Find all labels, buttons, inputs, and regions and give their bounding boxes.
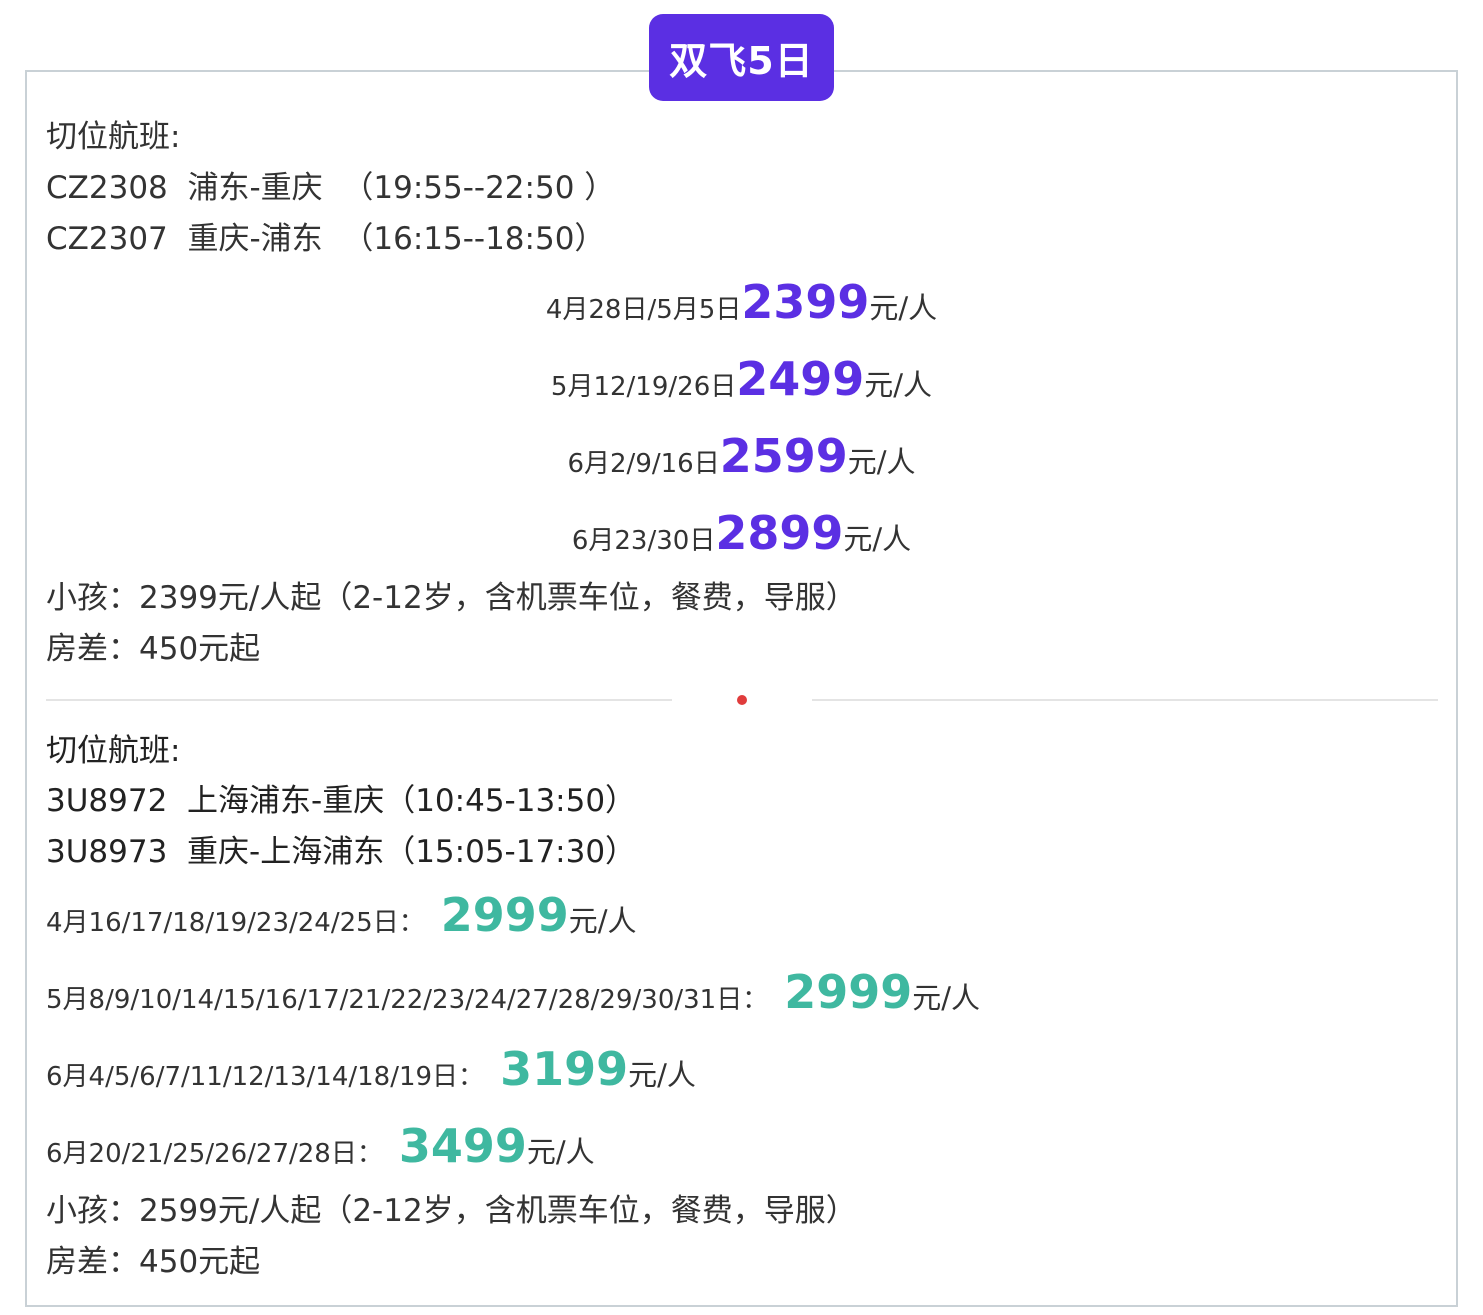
price-amount: 2499 [736,352,865,406]
price-dates: 6月23/30日 [571,526,716,556]
price-unit: 元/人 [628,1058,696,1092]
section-divider-left [46,699,672,701]
section-divider-right [812,699,1438,701]
price-unit: 元/人 [847,445,916,479]
section2-room-supplement: 房差：450元起 [46,1244,261,1280]
section2-price-row: 5月8/9/10/14/15/16/17/21/22/23/24/27/28/2… [46,964,980,1028]
section1-flight-return: CZ2307 重庆-浦东 （16:15--18:50） [46,221,606,257]
section1-price-row: 5月12/19/26日2499元/人 [0,351,1483,415]
price-dates: 5月12/19/26日 [550,372,737,402]
section2-child-price: 小孩：2599元/人起（2-12岁，含机票车位，餐费，导服） [46,1193,857,1229]
section1-child-price: 小孩：2399元/人起（2-12岁，含机票车位，餐费，导服） [46,580,857,616]
section1-heading: 切位航班: [46,119,181,155]
price-unit: 元/人 [568,904,637,938]
price-amount: 2399 [741,275,870,329]
price-dates: 4月28日/5月5日 [545,295,742,325]
price-unit: 元/人 [912,981,981,1015]
price-unit: 元/人 [864,368,933,402]
section2-price-row: 6月4/5/6/7/11/12/13/14/18/19日： 3199元/人 [46,1041,696,1105]
price-unit: 元/人 [526,1135,595,1169]
section2-flight-return: 3U8973 重庆-上海浦东（15:05-17:30） [46,834,637,870]
price-dates: 6月4/5/6/7/11/12/13/14/18/19日： [46,1062,485,1092]
price-amount: 2599 [719,429,848,483]
price-amount: 3199 [500,1042,629,1096]
price-amount: 2899 [715,506,844,560]
price-dates: 6月2/9/16日 [567,449,720,479]
section2-heading: 切位航班: [46,733,181,769]
price-dates: 4月16/17/18/19/23/24/25日： [46,908,425,938]
section1-room-supplement: 房差：450元起 [46,631,261,667]
section1-flight-outbound: CZ2308 浦东-重庆 （19:55--22:50 ） [46,170,616,206]
section2-price-row: 6月20/21/25/26/27/28日： 3499元/人 [46,1118,595,1182]
price-amount: 2999 [784,965,913,1019]
divider-dot-icon [737,695,747,705]
price-unit: 元/人 [869,291,938,325]
price-amount: 2999 [440,888,569,942]
section2-flight-outbound: 3U8972 上海浦东-重庆（10:45-13:50） [46,783,637,819]
price-unit: 元/人 [843,522,912,556]
section2-price-row: 4月16/17/18/19/23/24/25日： 2999元/人 [46,887,637,951]
price-dates: 5月8/9/10/14/15/16/17/21/22/23/24/27/28/2… [46,985,769,1015]
section1-price-row: 6月23/30日2899元/人 [0,505,1483,569]
section1-price-row: 4月28日/5月5日2399元/人 [0,274,1483,338]
price-amount: 3499 [398,1119,527,1173]
trip-badge: 双飞5日 [649,14,834,101]
price-dates: 6月20/21/25/26/27/28日： [46,1139,383,1169]
section1-price-row: 6月2/9/16日2599元/人 [0,428,1483,492]
